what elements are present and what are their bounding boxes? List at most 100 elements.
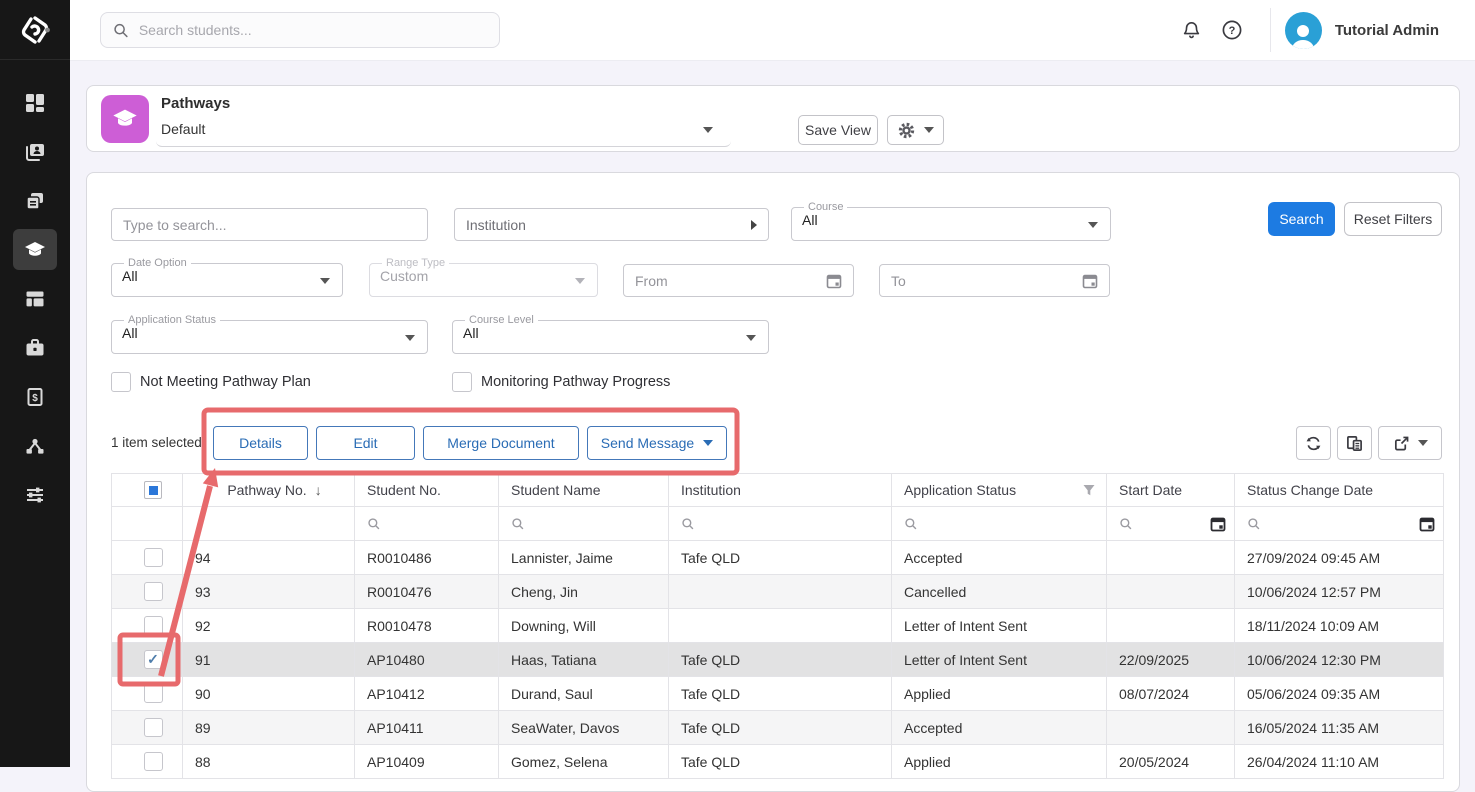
filter-cell-student-no[interactable]: [355, 507, 499, 541]
filter-cell-status-change-date[interactable]: [1235, 507, 1444, 541]
institution-dropdown[interactable]: Institution: [454, 208, 769, 241]
refresh-button[interactable]: [1296, 426, 1331, 460]
student-name-link[interactable]: Haas, Tatiana: [499, 643, 669, 677]
column-chooser-button[interactable]: [1337, 426, 1372, 460]
pathway-no-link[interactable]: 88: [183, 745, 355, 779]
type-to-search-input[interactable]: Type to search...: [111, 208, 428, 241]
course-dropdown[interactable]: Course All: [791, 202, 1111, 241]
range-type-dropdown[interactable]: Range Type Custom: [369, 258, 598, 297]
sidebar-item-services[interactable]: [13, 327, 57, 368]
view-settings-button[interactable]: [887, 115, 944, 145]
column-header-status-change-date[interactable]: Status Change Date: [1235, 474, 1444, 507]
row-select-cell[interactable]: [112, 711, 183, 745]
pathway-no-link[interactable]: 94: [183, 541, 355, 575]
table-row[interactable]: 90 AP10412 Durand, Saul Tafe QLD Applied…: [112, 677, 1444, 711]
sidebar-item-invoices[interactable]: $: [13, 376, 57, 417]
column-header-student-name[interactable]: Student Name: [499, 474, 669, 507]
student-name-link[interactable]: SeaWater, Davos: [499, 711, 669, 745]
pathway-no-link[interactable]: 90: [183, 677, 355, 711]
student-no-link[interactable]: AP10409: [355, 745, 499, 779]
row-select-cell[interactable]: [112, 745, 183, 779]
pathway-no-link[interactable]: 91: [183, 643, 355, 677]
student-no-link[interactable]: AP10412: [355, 677, 499, 711]
course-level-dropdown[interactable]: Course Level All: [452, 315, 769, 354]
student-no-link[interactable]: R0010486: [355, 541, 499, 575]
filter-cell-pathway-no[interactable]: [183, 507, 355, 541]
search-students-input[interactable]: [139, 22, 487, 38]
user-name[interactable]: Tutorial Admin: [1335, 22, 1439, 39]
row-checkbox[interactable]: [144, 548, 163, 567]
filter-cell-student-name[interactable]: [499, 507, 669, 541]
pathway-no-link[interactable]: 93: [183, 575, 355, 609]
table-row[interactable]: 89 AP10411 SeaWater, Davos Tafe QLD Acce…: [112, 711, 1444, 745]
row-checkbox[interactable]: ✓: [144, 650, 163, 669]
student-no-link[interactable]: R0010476: [355, 575, 499, 609]
sidebar-item-dashboard[interactable]: [13, 82, 57, 123]
search-button[interactable]: Search: [1268, 202, 1335, 236]
table-row[interactable]: 88 AP10409 Gomez, Selena Tafe QLD Applie…: [112, 745, 1444, 779]
student-name-link[interactable]: Downing, Will: [499, 609, 669, 643]
sidebar-item-agents[interactable]: [13, 425, 57, 466]
student-no-link[interactable]: AP10480: [355, 643, 499, 677]
monitoring-pathway-progress-checkbox[interactable]: Monitoring Pathway Progress: [452, 372, 670, 392]
pathway-no-link[interactable]: 92: [183, 609, 355, 643]
global-search[interactable]: [100, 12, 500, 48]
column-header-start-date[interactable]: Start Date: [1107, 474, 1235, 507]
application-status-dropdown[interactable]: Application Status All: [111, 315, 428, 354]
column-header-pathway-no[interactable]: Pathway No.↓: [183, 474, 355, 507]
filter-cell-start-date[interactable]: [1107, 507, 1235, 541]
row-select-cell[interactable]: [112, 677, 183, 711]
column-header-student-no[interactable]: Student No.: [355, 474, 499, 507]
merge-document-button[interactable]: Merge Document: [423, 426, 579, 460]
table-row[interactable]: 93 R0010476 Cheng, Jin Cancelled 10/06/2…: [112, 575, 1444, 609]
sidebar-item-students[interactable]: [13, 131, 57, 172]
app-logo[interactable]: [0, 0, 70, 60]
from-date-input[interactable]: From: [623, 264, 854, 297]
filter-cell-institution[interactable]: [669, 507, 892, 541]
row-select-cell[interactable]: [112, 575, 183, 609]
save-view-button[interactable]: Save View: [798, 115, 878, 145]
row-checkbox[interactable]: [144, 616, 163, 635]
sidebar-item-settings[interactable]: [13, 474, 57, 515]
details-button[interactable]: Details: [213, 426, 308, 460]
to-date-input[interactable]: To: [879, 264, 1110, 297]
not-meeting-pathway-plan-checkbox[interactable]: Not Meeting Pathway Plan: [111, 372, 311, 392]
row-select-cell[interactable]: [112, 541, 183, 575]
send-message-button[interactable]: Send Message: [587, 426, 727, 460]
table-row[interactable]: 94 R0010486 Lannister, Jaime Tafe QLD Ac…: [112, 541, 1444, 575]
reset-filters-button[interactable]: Reset Filters: [1344, 202, 1442, 236]
edit-button[interactable]: Edit: [316, 426, 415, 460]
row-checkbox[interactable]: [144, 752, 163, 771]
checkbox[interactable]: [111, 372, 131, 392]
sidebar-item-boards[interactable]: [13, 278, 57, 319]
date-option-dropdown[interactable]: Date Option All: [111, 258, 343, 297]
column-header-institution[interactable]: Institution: [669, 474, 892, 507]
student-no-link[interactable]: AP10411: [355, 711, 499, 745]
notifications-button[interactable]: [1172, 10, 1212, 50]
student-name-link[interactable]: Durand, Saul: [499, 677, 669, 711]
table-row[interactable]: 92 R0010478 Downing, Will Letter of Inte…: [112, 609, 1444, 643]
help-button[interactable]: ?: [1212, 10, 1252, 50]
student-name-link[interactable]: Lannister, Jaime: [499, 541, 669, 575]
select-all-cell[interactable]: [112, 474, 183, 507]
export-button[interactable]: [1378, 426, 1442, 460]
select-all-checkbox[interactable]: [144, 481, 162, 499]
pathway-no-link[interactable]: 89: [183, 711, 355, 745]
table-row[interactable]: ✓ 91 AP10480 Haas, Tatiana Tafe QLD Lett…: [112, 643, 1444, 677]
filter-cell-application-status[interactable]: [892, 507, 1107, 541]
sidebar-item-applications[interactable]: [13, 180, 57, 221]
row-select-cell[interactable]: ✓: [112, 643, 183, 677]
student-no-link[interactable]: R0010478: [355, 609, 499, 643]
row-select-cell[interactable]: [112, 609, 183, 643]
filter-funnel-icon[interactable]: [1082, 483, 1096, 497]
checkbox[interactable]: [452, 372, 472, 392]
user-avatar[interactable]: [1285, 12, 1322, 49]
view-selector[interactable]: Default: [156, 114, 731, 147]
calendar-icon[interactable]: [1210, 516, 1226, 532]
student-name-link[interactable]: Cheng, Jin: [499, 575, 669, 609]
sidebar-item-pathways[interactable]: [13, 229, 57, 270]
row-checkbox[interactable]: [144, 718, 163, 737]
column-header-application-status[interactable]: Application Status: [892, 474, 1107, 507]
row-checkbox[interactable]: [144, 684, 163, 703]
calendar-icon[interactable]: [1419, 516, 1435, 532]
